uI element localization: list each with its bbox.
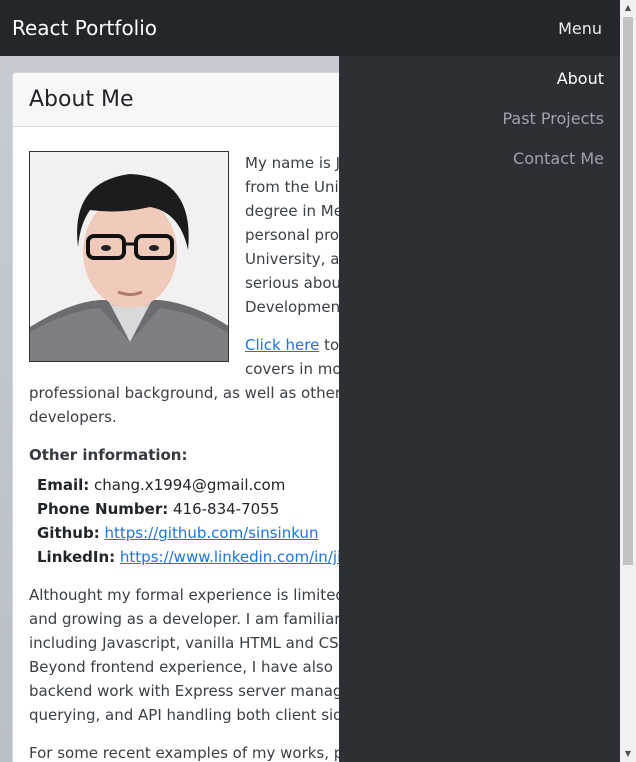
drawer-item-about[interactable]: About <box>339 66 620 106</box>
brand-title[interactable]: React Portfolio <box>12 16 157 40</box>
page-scrollbar[interactable]: ▲ ▼ <box>620 0 636 762</box>
click-here-link[interactable]: Click here <box>245 336 319 354</box>
scroll-down-arrow-icon[interactable]: ▼ <box>620 746 636 762</box>
scrollbar-thumb[interactable] <box>623 17 633 565</box>
top-navbar: React Portfolio Menu <box>0 0 620 56</box>
page-title: About Me <box>29 87 134 112</box>
drawer-item-past-projects[interactable]: Past Projects <box>339 106 620 146</box>
drawer-item-contact-me[interactable]: Contact Me <box>339 146 620 186</box>
linkedin-link[interactable]: https://www.linkedin.com/in/jing <box>120 548 360 566</box>
scroll-up-arrow-icon[interactable]: ▲ <box>620 0 636 16</box>
github-link[interactable]: https://github.com/sinsinkun <box>105 524 319 542</box>
side-drawer: About Past Projects Contact Me <box>339 56 620 762</box>
menu-button[interactable]: Menu <box>558 19 602 38</box>
profile-photo <box>29 151 229 362</box>
